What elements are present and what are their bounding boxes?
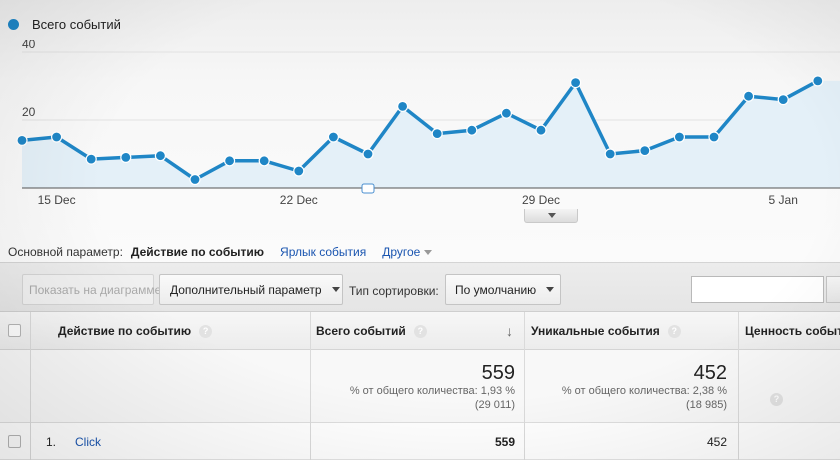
data-point[interactable] xyxy=(327,131,339,143)
select-all-checkbox[interactable] xyxy=(8,324,21,337)
table-row[interactable]: 1. Click 559 452 xyxy=(0,423,840,460)
plot-rows-button[interactable]: Показать на диаграмме xyxy=(22,274,161,305)
help-icon[interactable]: ? xyxy=(667,324,681,338)
data-point[interactable] xyxy=(189,173,201,186)
totals-row: 559 % от общего количества: 1,93 % (29 0… xyxy=(0,350,840,423)
chevron-down-icon xyxy=(546,287,555,292)
chart-legend: Всего событий xyxy=(8,17,121,32)
data-point[interactable] xyxy=(604,148,616,160)
sort-desc-arrow-icon: ↓ xyxy=(506,323,513,339)
data-point[interactable] xyxy=(500,107,512,119)
unique-events-of: (18 985) xyxy=(686,399,727,411)
data-point[interactable] xyxy=(16,134,28,147)
header-unique-events[interactable]: Уникальные события ? xyxy=(531,312,681,350)
data-point[interactable] xyxy=(639,144,651,157)
header-total-events-label: Всего событий xyxy=(316,324,406,338)
dimension-event-label[interactable]: Ярлык события xyxy=(280,245,366,259)
data-point[interactable] xyxy=(50,131,63,143)
data-point[interactable] xyxy=(85,153,97,165)
total-events-share: % от общего количества: 1,93 % xyxy=(349,385,515,397)
y-tick-label: 20 xyxy=(22,105,36,119)
x-tick-label: 29 Dec xyxy=(522,193,560,207)
header-event-action-label: Действие по событию xyxy=(58,324,192,338)
data-point[interactable] xyxy=(120,151,132,164)
total-events-summary: 559 % от общего количества: 1,93 % (29 0… xyxy=(310,350,515,423)
help-icon[interactable]: ? xyxy=(199,324,213,338)
data-point[interactable] xyxy=(362,148,374,160)
column-divider xyxy=(30,312,31,460)
secondary-dimension-dropdown[interactable]: Дополнительный параметр xyxy=(159,274,343,305)
analytics-report: Всего событий 20 40 15 Dec 22 Dec 29 Dec 5 Ja… xyxy=(0,0,840,460)
column-divider xyxy=(524,312,525,460)
dimension-event-action[interactable]: Действие по событию xyxy=(131,245,264,268)
header-event-value[interactable]: Ценность события xyxy=(745,312,840,350)
data-point[interactable] xyxy=(812,75,824,87)
row-total-events: 559 xyxy=(494,434,515,449)
sort-type-dropdown[interactable]: По умолчанию xyxy=(445,274,561,305)
x-tick-label: 5 Jan xyxy=(769,193,798,207)
column-divider xyxy=(310,312,311,460)
row-checkbox[interactable] xyxy=(8,435,21,448)
data-point[interactable] xyxy=(708,131,720,143)
unique-events-value: 452 xyxy=(693,362,727,384)
data-point[interactable] xyxy=(535,124,547,136)
data-point[interactable] xyxy=(154,150,166,162)
chart-collapse-toggle[interactable] xyxy=(524,209,578,223)
help-icon[interactable]: ? xyxy=(770,393,783,406)
secondary-dimension-label: Дополнительный параметр xyxy=(170,282,322,297)
header-event-value-label: Ценность события xyxy=(745,324,840,338)
header-unique-events-label: Уникальные события xyxy=(531,324,660,338)
data-point[interactable] xyxy=(397,100,409,113)
data-point[interactable] xyxy=(466,124,478,136)
data-point[interactable] xyxy=(224,155,236,167)
series-dot-icon xyxy=(8,19,19,30)
total-events-value: 559 xyxy=(481,362,515,384)
dimension-other-label: Другое xyxy=(382,245,421,259)
unique-events-share: % от общего количества: 2,38 % xyxy=(561,385,727,397)
help-icon[interactable]: ? xyxy=(413,324,427,338)
data-point[interactable] xyxy=(293,165,305,177)
header-event-action[interactable]: Действие по событию ? xyxy=(58,312,213,350)
data-point[interactable] xyxy=(258,155,270,167)
data-point[interactable] xyxy=(673,131,686,143)
events-line-chart[interactable]: 20 40 15 Dec 22 Dec 29 Dec 5 Jan xyxy=(0,40,840,220)
chevron-down-icon xyxy=(424,249,433,255)
legend-label: Всего событий xyxy=(32,17,121,32)
y-tick-label: 40 xyxy=(22,40,36,51)
row-unique-events: 452 xyxy=(706,434,727,449)
x-tick-label: 15 Dec xyxy=(38,193,76,207)
row-event-action-link[interactable]: Click xyxy=(75,423,101,460)
header-total-events[interactable]: Всего событий ? xyxy=(316,312,427,350)
x-tick-label: 22 Dec xyxy=(280,193,318,207)
primary-dimension-bar: Основной параметр: Действие по событию Я… xyxy=(8,245,433,268)
primary-dimension-label: Основной параметр: xyxy=(8,245,123,259)
search-options-button[interactable] xyxy=(826,276,840,303)
annotation-icon[interactable] xyxy=(361,183,375,194)
plot-rows-label: Показать на диаграмме xyxy=(29,282,162,297)
table-toolbar: Показать на диаграмме Дополнительный пар… xyxy=(0,262,840,312)
table-header: Действие по событию ? Всего событий ? ↓ … xyxy=(0,312,840,350)
sort-type-label: Тип сортировки: xyxy=(349,284,439,298)
chevron-down-icon xyxy=(331,287,340,292)
row-index: 1. xyxy=(46,434,57,449)
table-search-input[interactable] xyxy=(691,276,824,303)
sort-type-value: По умолчанию xyxy=(455,282,537,297)
data-point[interactable] xyxy=(742,90,755,102)
dimension-other-dropdown[interactable]: Другое xyxy=(382,245,433,259)
data-point[interactable] xyxy=(569,76,582,89)
unique-events-summary: 452 % от общего количества: 2,38 % (18 9… xyxy=(524,350,727,423)
column-divider xyxy=(738,312,739,460)
data-point[interactable] xyxy=(777,93,789,106)
total-events-of: (29 011) xyxy=(474,399,515,411)
data-point[interactable] xyxy=(431,127,443,140)
